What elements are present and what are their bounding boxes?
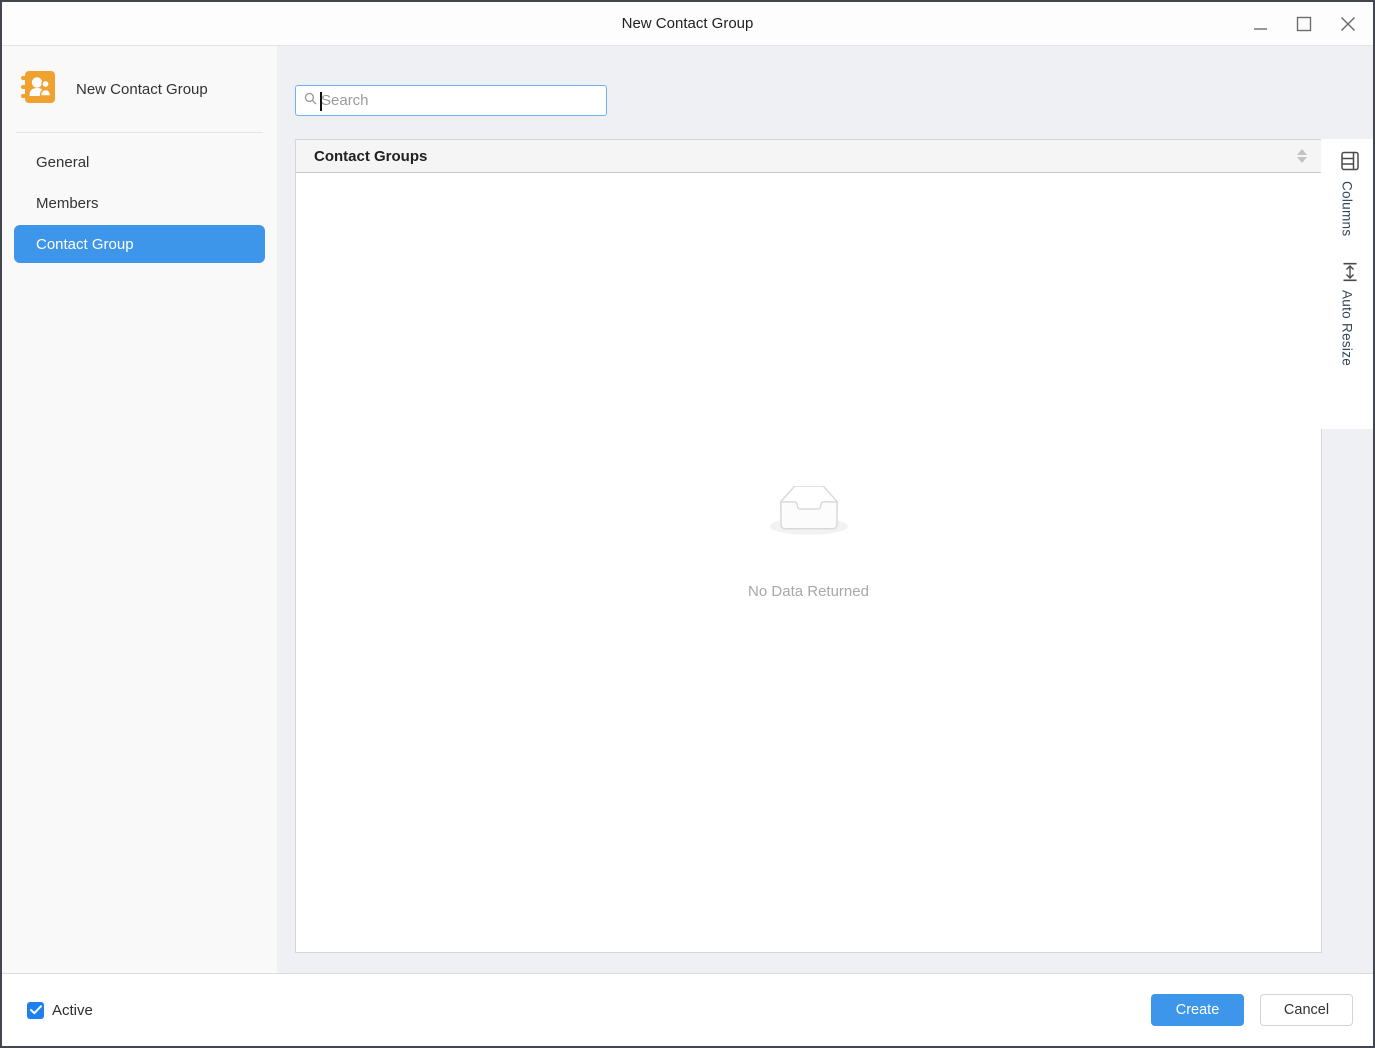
sidebar-item-members[interactable]: Members <box>14 184 265 222</box>
active-checkbox-group: Active <box>27 1002 93 1019</box>
empty-tray-icon <box>770 486 848 541</box>
create-button[interactable]: Create <box>1151 994 1244 1026</box>
search-icon <box>304 92 317 110</box>
window-title: New Contact Group <box>622 15 754 32</box>
empty-state-text: No Data Returned <box>748 583 869 600</box>
sidebar-item-general[interactable]: General <box>14 143 265 181</box>
close-icon[interactable] <box>1333 9 1363 39</box>
content-area: New Contact Group General Members Contac… <box>2 46 1373 973</box>
contact-groups-table: Contact Groups <box>295 139 1322 953</box>
auto-resize-label: Auto Resize <box>1340 290 1355 366</box>
empty-state: No Data Returned <box>748 486 869 600</box>
columns-icon <box>1335 152 1359 171</box>
search-box[interactable] <box>295 85 607 116</box>
table-body: No Data Returned <box>296 173 1321 952</box>
sidebar-header: New Contact Group <box>14 68 265 110</box>
columns-button[interactable]: Columns <box>1338 149 1357 236</box>
columns-label: Columns <box>1340 181 1355 236</box>
text-caret <box>320 92 322 111</box>
main-panel: Contact Groups <box>277 46 1373 973</box>
footer-buttons: Create Cancel <box>1151 994 1353 1026</box>
titlebar: New Contact Group <box>2 2 1373 46</box>
maximize-icon[interactable] <box>1289 9 1319 39</box>
active-checkbox-label: Active <box>52 1002 93 1019</box>
sidebar: New Contact Group General Members Contac… <box>2 46 277 973</box>
new-contact-group-window: New Contact Group <box>0 0 1375 1048</box>
column-header-contact-groups[interactable]: Contact Groups <box>314 148 427 165</box>
sidebar-divider <box>16 132 263 133</box>
footer-bar: Active Create Cancel <box>2 973 1373 1046</box>
sidebar-title: New Contact Group <box>76 81 208 98</box>
active-checkbox[interactable] <box>27 1002 44 1019</box>
table-side-toolbar: Columns Auto Resize <box>1321 139 1373 429</box>
window-controls <box>1245 2 1363 46</box>
sort-arrows-icon[interactable] <box>1297 149 1311 163</box>
search-input[interactable] <box>317 92 606 109</box>
auto-resize-button[interactable]: Auto Resize <box>1338 262 1357 366</box>
minimize-icon[interactable] <box>1245 9 1275 39</box>
table-header-row[interactable]: Contact Groups <box>296 140 1321 173</box>
auto-resize-icon <box>1337 263 1357 282</box>
contact-group-book-icon <box>20 69 56 110</box>
sidebar-item-contact-group[interactable]: Contact Group <box>14 225 265 263</box>
cancel-button[interactable]: Cancel <box>1260 994 1353 1026</box>
